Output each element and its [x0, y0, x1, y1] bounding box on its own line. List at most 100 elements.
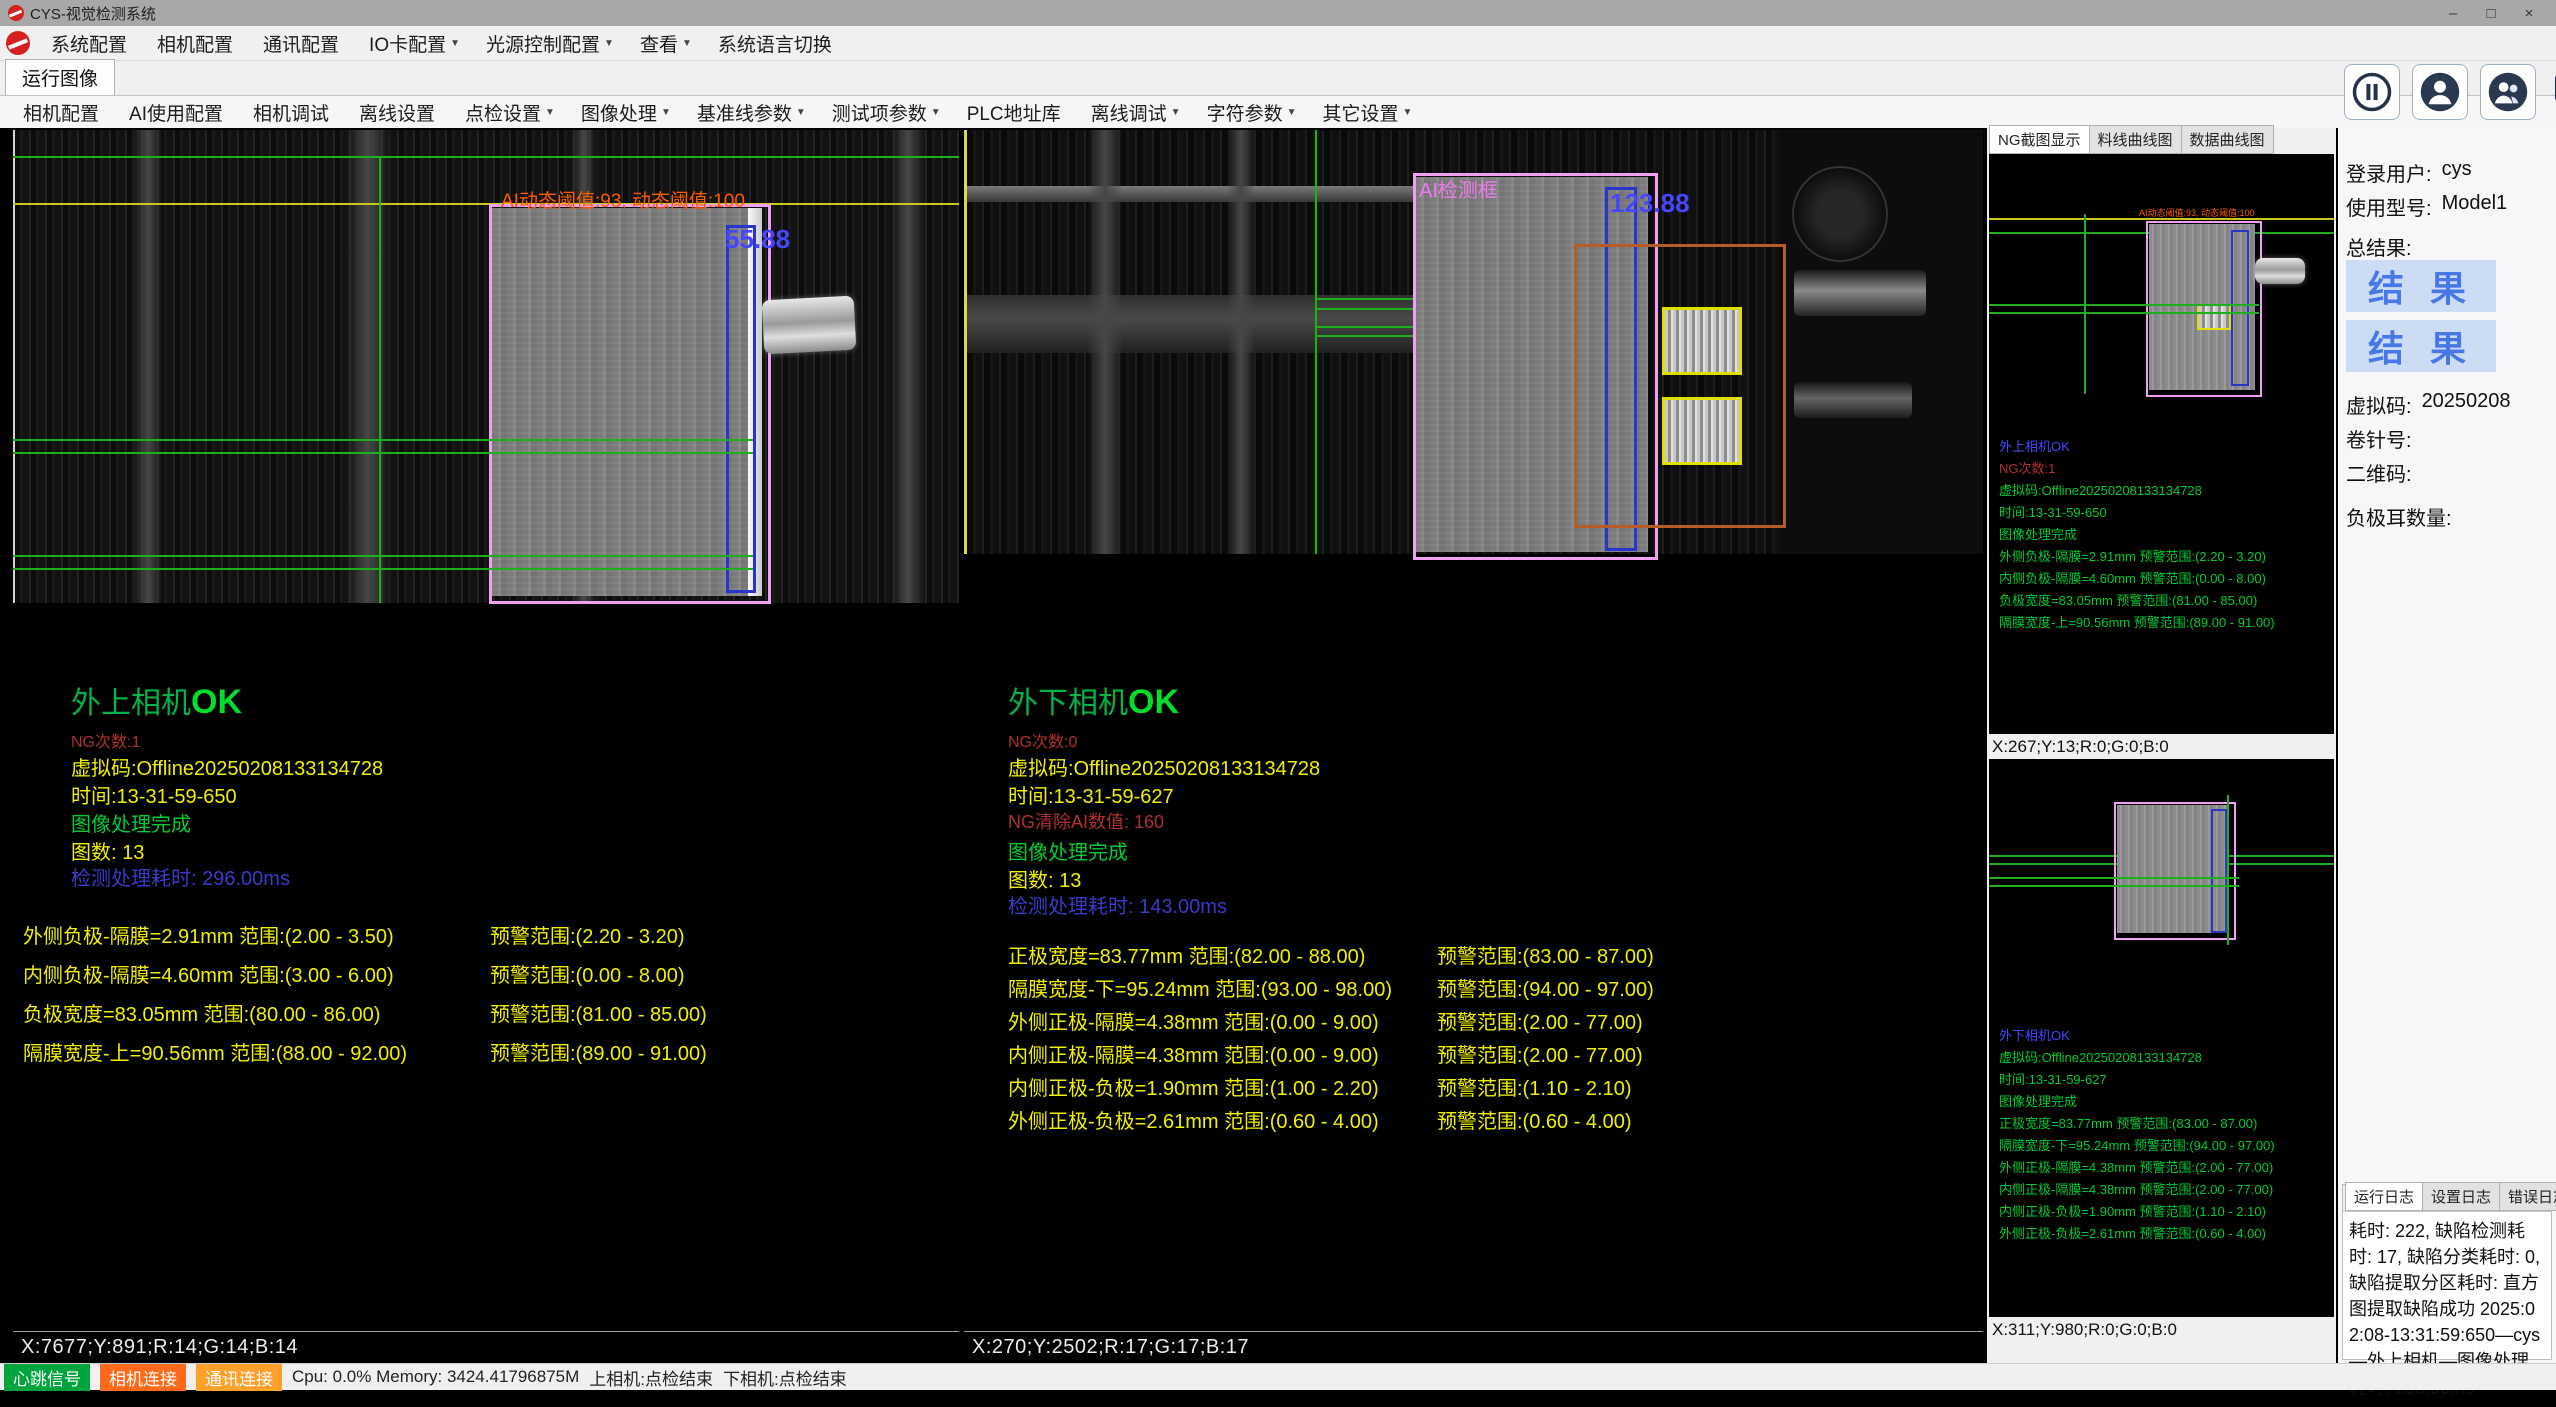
- close-button[interactable]: ×: [2510, 5, 2548, 22]
- status-bar: 心跳信号 相机连接 通讯连接 Cpu: 0.0% Memory: 3424.41…: [0, 1363, 2556, 1390]
- preview-tab[interactable]: 料线曲线图: [2089, 125, 2182, 154]
- camera-connection-badge: 相机连接: [100, 1364, 186, 1391]
- menu-item-label: 相机配置: [157, 30, 233, 57]
- warning-range-text: 预警范围:(0.00 - 8.00): [490, 959, 685, 988]
- toolbar-item[interactable]: 点检设置 ▼: [452, 96, 568, 129]
- toolbar-item[interactable]: PLC地址库: [954, 96, 1078, 129]
- thumbnail-text-line: 时间:13-31-59-627: [1999, 1069, 2275, 1091]
- chevron-down-icon: ▼: [1287, 107, 1297, 118]
- thumbnail-text-line: 虚拟码:Offline20250208133134728: [1999, 480, 2275, 502]
- chevron-down-icon: ▼: [545, 107, 555, 118]
- pause-icon: [2351, 71, 2393, 113]
- users-icon: [2487, 71, 2529, 113]
- pause-button[interactable]: [2344, 64, 2400, 120]
- app-logo-icon: [8, 5, 24, 21]
- measurement-list: 外侧负极-隔膜=2.91mm 范围:(2.00 - 3.50) 预警范围:(2.…: [23, 920, 955, 1076]
- menu-item[interactable]: IO卡配置 ▼: [356, 27, 473, 60]
- toolbar-item-label: 点检设置: [465, 99, 541, 126]
- thumbnail-text-line: 内侧正极-隔膜=4.38mm 预警范围:(2.00 - 77.00): [1999, 1179, 2275, 1201]
- menu-item[interactable]: 查看 ▼: [627, 27, 705, 60]
- menu-item[interactable]: 系统语言切换: [705, 27, 849, 60]
- toolbar-item-label: 图像处理: [581, 99, 657, 126]
- maximize-button[interactable]: □: [2472, 5, 2510, 22]
- screen-icon: [2551, 67, 2556, 115]
- toolbar-item-label: 离线调试: [1091, 99, 1167, 126]
- measure-roi-box: [2211, 809, 2227, 933]
- toolbar-item-label: 相机调试: [253, 99, 329, 126]
- toolbar-item[interactable]: 离线设置: [346, 96, 452, 129]
- log-tab[interactable]: 错误日志: [2499, 1182, 2556, 1211]
- preview-tab[interactable]: NG截图显示: [1989, 125, 2090, 154]
- thumbnail-coordinate-readout: X:311;Y:980;R:0;G:0;B:0: [1987, 1317, 2336, 1342]
- measurement-row: 外侧负极-隔膜=2.91mm 范围:(2.00 - 3.50) 预警范围:(2.…: [23, 920, 955, 959]
- preview-column: NG截图显示料线曲线图数据曲线图 AI动态阈值:93, 动态阈值:100 外上相…: [1987, 128, 2336, 1364]
- user-button[interactable]: [2412, 64, 2468, 120]
- menu-item[interactable]: 系统配置: [38, 27, 144, 60]
- tab-detection-box: [1662, 397, 1742, 465]
- toolbar-item[interactable]: 离线调试 ▼: [1078, 96, 1194, 129]
- title-bar: CYS-视觉检测系统 – □ ×: [0, 0, 2556, 26]
- ng-clear-text: NG清除AI数值: 160: [1008, 808, 1164, 834]
- camera-image-lower[interactable]: AI检测框 123.88 外下相机OK NG次数:0 虚拟码:Offline20…: [964, 130, 1983, 1331]
- toolbar-item[interactable]: 其它设置 ▼: [1310, 96, 1426, 129]
- toolbar-item[interactable]: AI使用配置: [116, 96, 240, 129]
- virtual-code-text: 虚拟码:Offline20250208133134728: [71, 752, 383, 781]
- thumbnail-coordinate-readout: X:267;Y:13;R:0;G:0;B:0: [1987, 734, 2336, 759]
- menu-item-label: 系统语言切换: [718, 30, 832, 57]
- toolbar-item[interactable]: 相机调试: [240, 96, 346, 129]
- log-tab[interactable]: 设置日志: [2422, 1182, 2500, 1211]
- total-result-label: 总结果:: [2346, 232, 2412, 261]
- user-icon: [2419, 71, 2461, 113]
- green-reference-line-vertical: [379, 156, 381, 603]
- ng-count-text: NG次数:0: [1008, 728, 1077, 752]
- ai-box-label: AI检测框: [1419, 174, 1498, 203]
- machine-band: [891, 130, 925, 603]
- preview-tab-label: 数据曲线图: [2190, 132, 2265, 149]
- measurement-row: 正极宽度=83.77mm 范围:(82.00 - 88.00) 预警范围:(83…: [1008, 940, 1979, 973]
- tab-detection-box: [1662, 307, 1742, 375]
- measurement-row: 外侧正极-负极=2.61mm 范围:(0.60 - 4.00) 预警范围:(0.…: [1008, 1105, 1979, 1138]
- screen-switch-button[interactable]: [2548, 64, 2556, 118]
- camera-image-upper[interactable]: AI动态阈值:93, 动态阈值:100 55.88 外上相机OK NG次数:1 …: [13, 130, 959, 1331]
- green-measure-line: [13, 439, 753, 441]
- toolbar-item[interactable]: 图像处理 ▼: [568, 96, 684, 129]
- menu-item[interactable]: 相机配置: [144, 27, 250, 60]
- log-tab[interactable]: 运行日志: [2345, 1182, 2423, 1211]
- chevron-down-icon: ▼: [1403, 107, 1413, 118]
- thumbnail-text-block: 外上相机OKNG次数:1虚拟码:Offline20250208133134728…: [1999, 436, 2275, 634]
- toolbar-item-label: 其它设置: [1323, 99, 1399, 126]
- preview-tabs: NG截图显示料线曲线图数据曲线图: [1987, 128, 2336, 154]
- warning-range-text: 预警范围:(89.00 - 91.00): [490, 1037, 707, 1066]
- machine-roller: [1792, 166, 1888, 262]
- ng-screenshot-thumbnail-upper[interactable]: AI动态阈值:93, 动态阈值:100 外上相机OKNG次数:1虚拟码:Offl…: [1989, 154, 2334, 734]
- thumbnail-text-line: 负极宽度=83.05mm 预警范围:(81.00 - 85.00): [1999, 590, 2275, 612]
- camera-panel-lower: AI检测框 123.88 外下相机OK NG次数:0 虚拟码:Offline20…: [964, 130, 1983, 1362]
- toolbar-item[interactable]: 相机配置: [10, 96, 116, 129]
- camera-panel-upper: AI动态阈值:93, 动态阈值:100 55.88 外上相机OK NG次数:1 …: [13, 130, 959, 1362]
- preview-tab[interactable]: 数据曲线图: [2181, 125, 2274, 154]
- machine-band: [1227, 130, 1255, 554]
- view-tab-row: 运行图像: [0, 60, 2556, 96]
- ng-screenshot-thumbnail-lower[interactable]: 外下相机OK虚拟码:Offline20250208133134728时间:13-…: [1989, 759, 2334, 1317]
- minimize-button[interactable]: –: [2434, 5, 2472, 22]
- menu-bar: 系统配置 相机配置 通讯配置 IO卡配置 ▼ 光源控制配置 ▼ 查看 ▼ 系统语…: [0, 26, 2556, 60]
- users-button[interactable]: [2480, 64, 2536, 120]
- measurement-text: 外侧负极-隔膜=2.91mm 范围:(2.00 - 3.50): [23, 920, 490, 949]
- tab-run-image[interactable]: 运行图像: [5, 59, 115, 95]
- toolbar-item[interactable]: 字符参数 ▼: [1194, 96, 1310, 129]
- cpu-memory-text: Cpu: 0.0% Memory: 3424.41796875M: [292, 1367, 579, 1387]
- electrode-tab-blob: [762, 296, 857, 355]
- measurement-text: 外侧正极-负极=2.61mm 范围:(0.60 - 4.00): [1008, 1105, 1437, 1134]
- toolbar-item[interactable]: 测试项参数 ▼: [819, 96, 954, 129]
- toolbar-item[interactable]: 基准线参数 ▼: [684, 96, 819, 129]
- green-measure-line: [1989, 304, 2259, 306]
- ai-threshold-text: AI动态阈值:93, 动态阈值:100: [2139, 206, 2255, 219]
- model-row: 使用型号: Model1: [2346, 192, 2507, 221]
- warning-range-text: 预警范围:(2.20 - 3.20): [490, 920, 685, 949]
- heartbeat-status-badge: 心跳信号: [4, 1364, 90, 1391]
- measurement-text: 隔膜宽度-下=95.24mm 范围:(93.00 - 98.00): [1008, 973, 1437, 1002]
- menu-item[interactable]: 光源控制配置 ▼: [473, 27, 627, 60]
- measure-value-text: 123.88: [1610, 188, 1690, 219]
- thumbnail-text-line: 外下相机OK: [1999, 1025, 2275, 1047]
- menu-item[interactable]: 通讯配置: [250, 27, 356, 60]
